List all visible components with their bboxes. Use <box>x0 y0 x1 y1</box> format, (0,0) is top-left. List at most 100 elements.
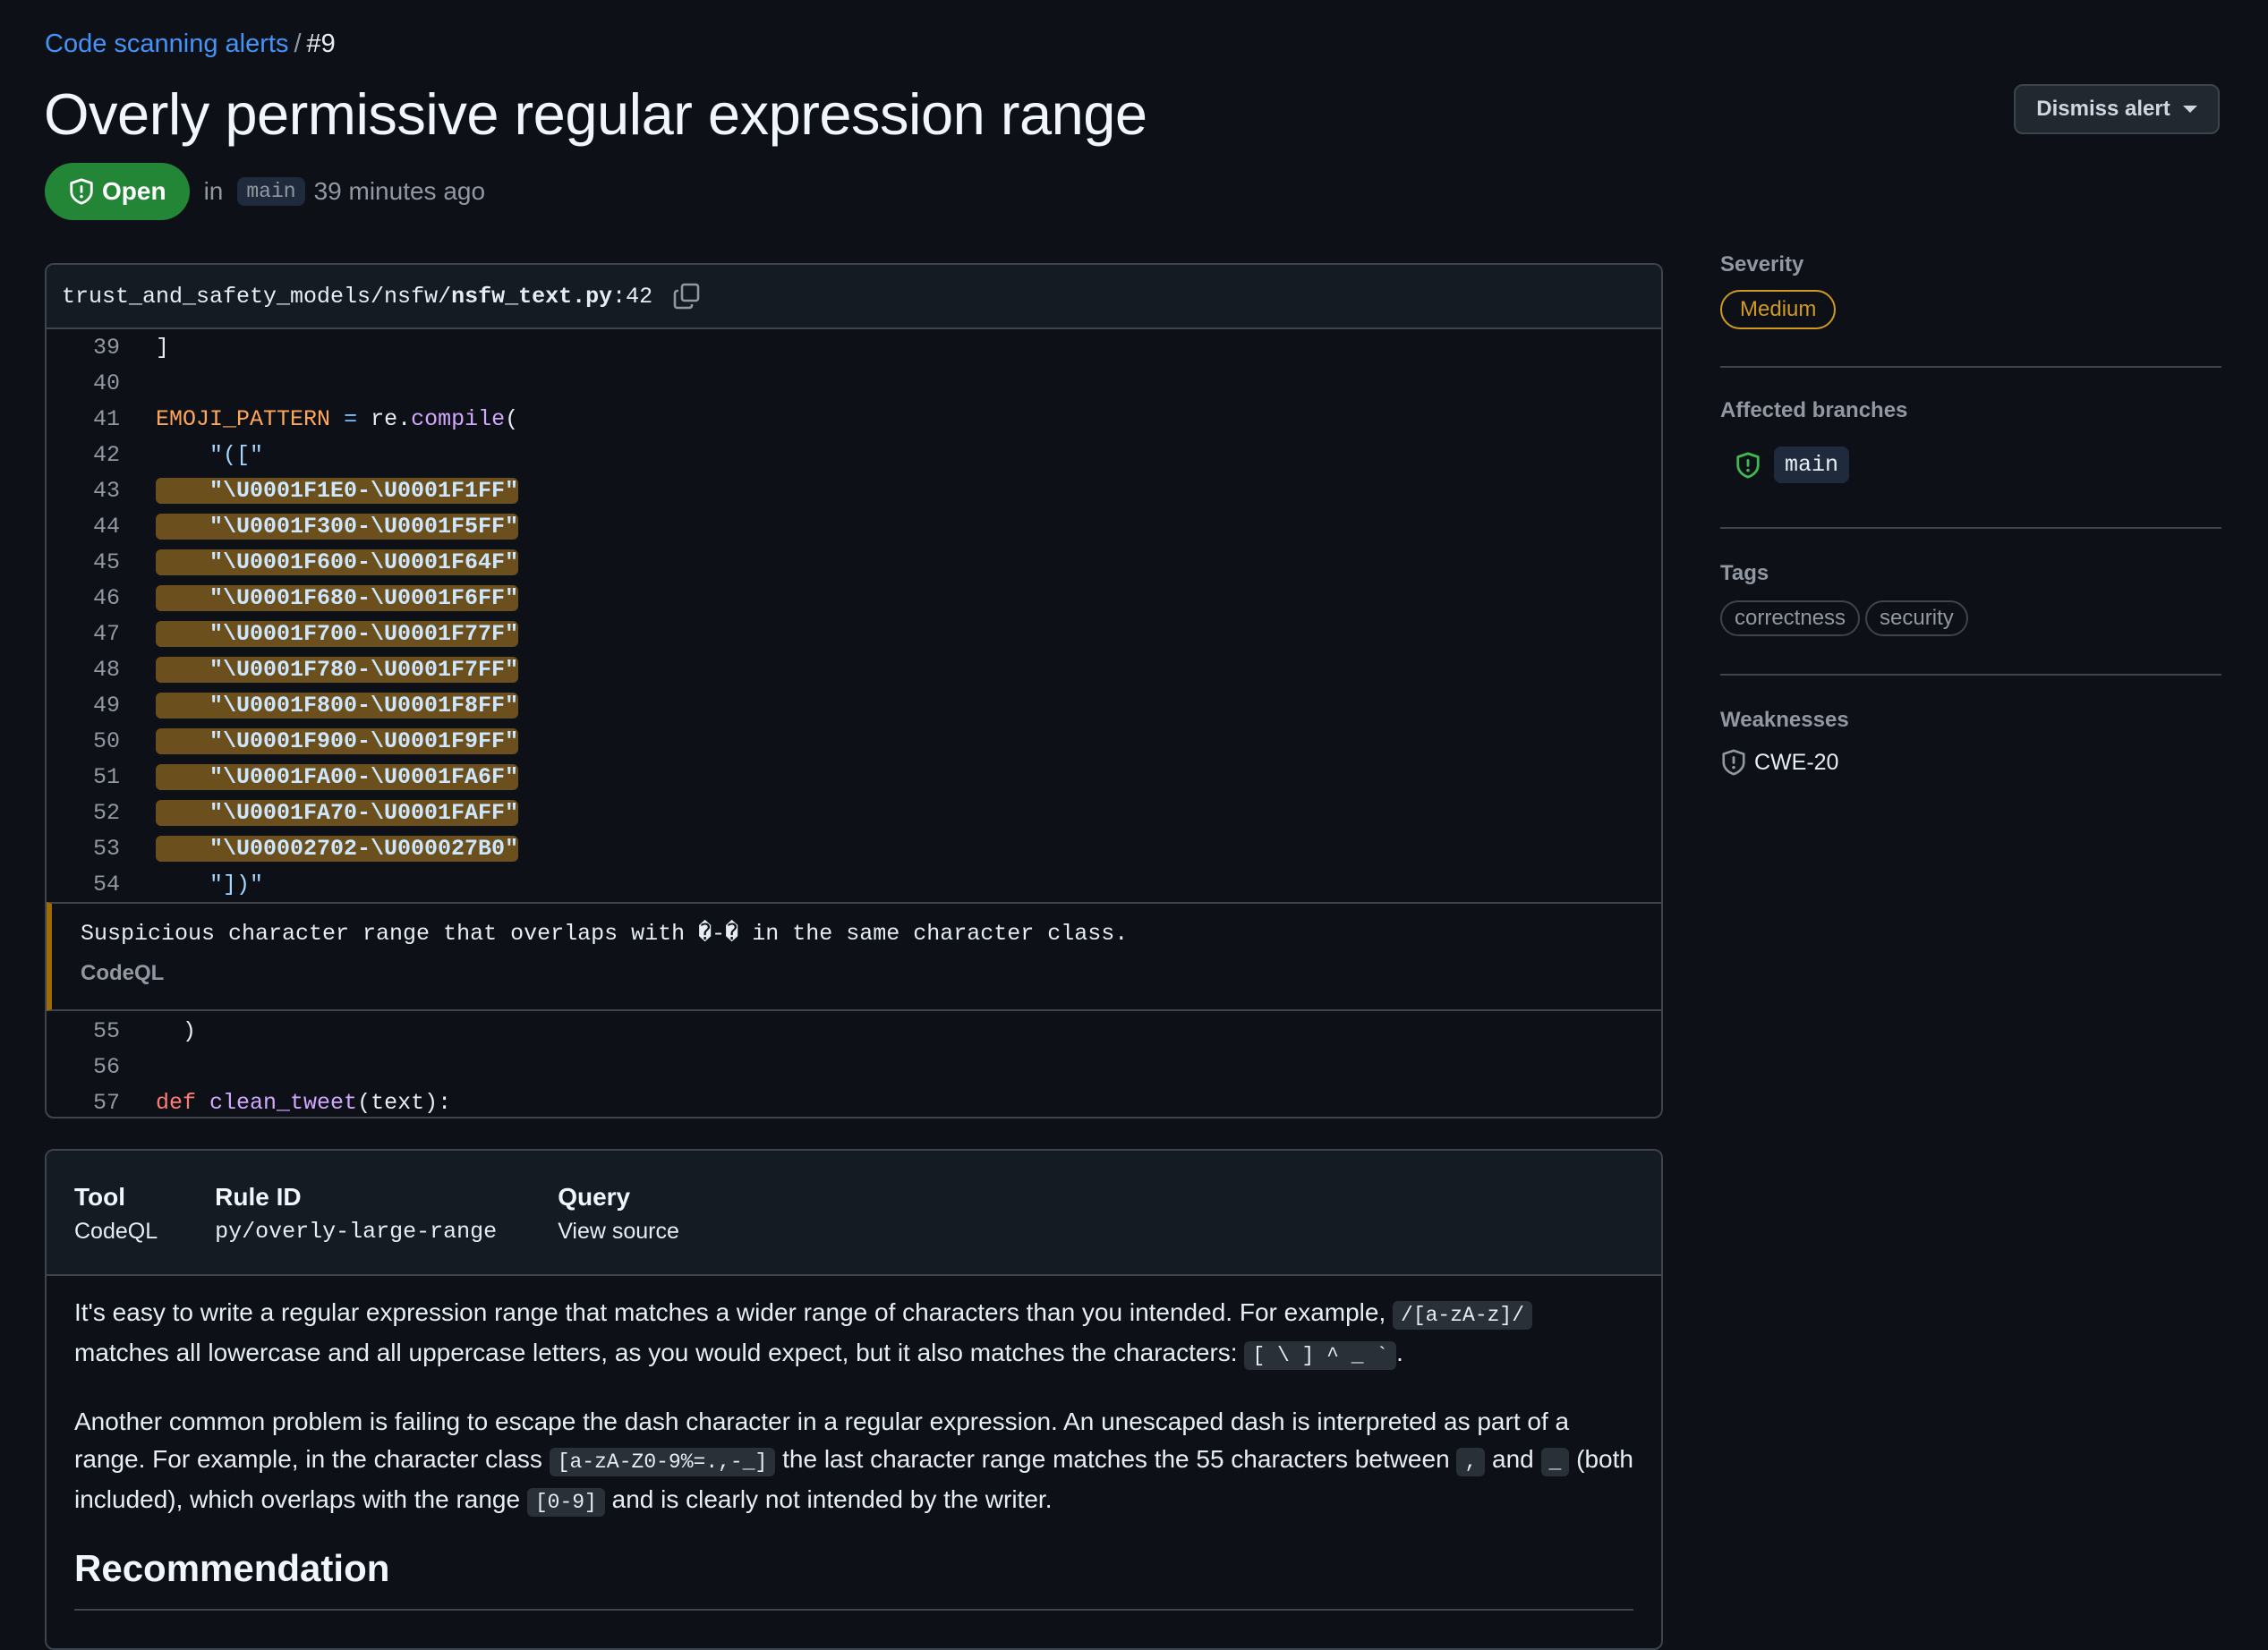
text: . <box>1396 1339 1403 1366</box>
description-paragraph-2: Another common problem is failing to esc… <box>74 1403 1633 1521</box>
meta-rule-id: Rule ID py/overly-large-range <box>215 1151 497 1274</box>
severity-label: Severity <box>1720 252 1804 276</box>
code-text: ) <box>156 1017 197 1044</box>
line-number: 46 <box>92 584 120 611</box>
code-text: "\U0001FA70-\U0001FAFF" <box>156 799 519 826</box>
branch-chip[interactable]: main <box>237 177 305 206</box>
weakness-item[interactable]: CWE-20 <box>1720 749 2221 776</box>
code-text: "\U0001F800-\U0001F8FF" <box>156 692 519 719</box>
file-path-name: nsfw_text.py <box>451 283 613 310</box>
code-line: 40 <box>47 365 1661 401</box>
code-text: "\U0001F900-\U0001F9FF" <box>156 727 519 754</box>
line-number: 52 <box>92 799 120 826</box>
text: and is clearly not intended by the write… <box>611 1485 1053 1513</box>
line-number: 57 <box>92 1089 120 1116</box>
weakness-id: CWE-20 <box>1754 749 1839 775</box>
weaknesses-section: Weaknesses CWE-20 <box>1720 676 2221 776</box>
meta-query-label: Query <box>558 1183 631 1211</box>
code-text: ] <box>156 334 170 361</box>
triangle-down-icon <box>2182 106 2197 113</box>
line-number: 42 <box>92 441 120 468</box>
line-number: 49 <box>92 692 120 719</box>
code-line-highlighted: 45 "\U0001F600-\U0001F64F" <box>47 544 1661 580</box>
line-number: 43 <box>92 477 120 504</box>
code-line: 39] <box>47 329 1661 365</box>
code-line-highlighted: 52 "\U0001FA70-\U0001FAFF" <box>47 795 1661 830</box>
status-badge: Open <box>45 163 190 220</box>
tag-correctness[interactable]: correctness <box>1720 600 1861 636</box>
code-text: EMOJI_PATTERN = re.compile( <box>156 405 519 432</box>
meta-rule-id-value: py/overly-large-range <box>215 1219 498 1245</box>
inline-code: _ <box>1540 1448 1570 1476</box>
file-path-line: :42 <box>612 283 653 310</box>
code-line: 42 "([" <box>47 437 1661 472</box>
code-line-highlighted: 48 "\U0001F780-\U0001F7FF" <box>47 651 1661 687</box>
rule-meta: Tool CodeQL Rule ID py/overly-large-rang… <box>47 1151 1661 1276</box>
dismiss-alert-label: Dismiss alert <box>2036 97 2170 121</box>
code-line-highlighted: 49 "\U0001F800-\U0001F8FF" <box>47 687 1661 723</box>
view-source-link[interactable]: View source <box>558 1219 679 1245</box>
line-number: 51 <box>92 763 120 790</box>
line-number: 55 <box>92 1017 120 1044</box>
line-number: 41 <box>92 405 120 432</box>
code-text: "\U0001F680-\U0001F6FF" <box>156 584 519 611</box>
affected-branch-name: main <box>1774 447 1850 483</box>
line-number: 50 <box>92 727 120 754</box>
weaknesses-label: Weaknesses <box>1720 708 1849 732</box>
meta-query: Query View source <box>558 1151 679 1274</box>
severity-section: Severity Medium <box>1720 251 2221 368</box>
tags-section: Tags correctness security <box>1720 529 2221 676</box>
code-block-before: 39] 40 41 EMOJI_PATTERN = re.compile( 42 … <box>47 329 1661 902</box>
recommendation-heading: Recommendation <box>74 1550 1633 1611</box>
page-title: Overly permissive regular expression ran… <box>44 81 1147 147</box>
code-line-highlighted: 53 "\U00002702-\U000027B0" <box>47 830 1661 866</box>
code-line: 54 "])" <box>47 866 1661 902</box>
dismiss-alert-button[interactable]: Dismiss alert <box>2014 84 2220 134</box>
status-badge-label: Open <box>102 177 166 205</box>
code-line-highlighted: 43 "\U0001F1E0-\U0001F1FF" <box>47 472 1661 508</box>
line-number: 39 <box>92 334 120 361</box>
breadcrumb-separator: / <box>294 30 302 58</box>
affected-branch[interactable]: main <box>1735 447 2221 483</box>
code-text: "\U0001F700-\U0001F77F" <box>156 620 519 647</box>
breadcrumb: Code scanning alerts / #9 <box>45 27 336 61</box>
code-text: "([" <box>156 441 264 468</box>
meta-rule-id-label: Rule ID <box>215 1183 302 1211</box>
affected-branches-label: Affected branches <box>1720 398 1908 422</box>
description-paragraph-1: It's easy to write a regular expression … <box>74 1294 1633 1374</box>
code-line: 57 def clean_tweet(text): <box>47 1084 1661 1117</box>
inline-code: [0-9] <box>526 1488 605 1517</box>
breadcrumb-link-code-scanning-alerts[interactable]: Code scanning alerts <box>45 30 288 58</box>
shield-alert-icon <box>70 178 93 205</box>
file-path-dir: trust_and_safety_models/nsfw/ <box>62 283 452 310</box>
status-time: 39 minutes ago <box>313 177 486 205</box>
text: and <box>1492 1445 1534 1473</box>
alert-annotation: Suspicious character range that overlaps… <box>47 902 1661 1011</box>
line-number: 53 <box>92 835 120 862</box>
code-line-highlighted: 46 "\U0001F680-\U0001F6FF" <box>47 580 1661 616</box>
code-line-highlighted: 44 "\U0001F300-\U0001F5FF" <box>47 508 1661 544</box>
meta-tool-value: CodeQL <box>74 1219 158 1244</box>
line-number: 44 <box>92 513 120 540</box>
code-text: def clean_tweet(text): <box>156 1089 452 1116</box>
text: matches all lowercase and all uppercase … <box>74 1339 1238 1366</box>
line-number: 40 <box>92 370 120 396</box>
annotation-tool: CodeQL <box>81 961 165 985</box>
file-path[interactable]: trust_and_safety_models/nsfw/nsfw_text.p… <box>62 284 652 310</box>
meta-tool-label: Tool <box>74 1183 126 1211</box>
tag-security[interactable]: security <box>1865 600 1968 636</box>
status-in-label: in <box>203 177 224 205</box>
copy-icon[interactable] <box>672 282 701 310</box>
code-file-header: trust_and_safety_models/nsfw/nsfw_text.p… <box>47 265 1661 329</box>
status-row: Open in main 39 minutes ago <box>45 163 485 220</box>
sidebar: Severity Medium Affected branches main T… <box>1720 251 2221 776</box>
inline-code: /[a-zA-z]/ <box>1393 1301 1533 1330</box>
shield-icon <box>1722 749 1745 776</box>
inline-code: [ \ ] ^ _ ` <box>1244 1341 1397 1370</box>
code-text: "\U0001F780-\U0001F7FF" <box>156 656 519 683</box>
inline-code: , <box>1456 1448 1486 1476</box>
line-number: 47 <box>92 620 120 647</box>
rule-details-panel: Tool CodeQL Rule ID py/overly-large-rang… <box>45 1149 1663 1650</box>
breadcrumb-current: #9 <box>306 30 336 58</box>
code-text: "\U00002702-\U000027B0" <box>156 835 519 862</box>
